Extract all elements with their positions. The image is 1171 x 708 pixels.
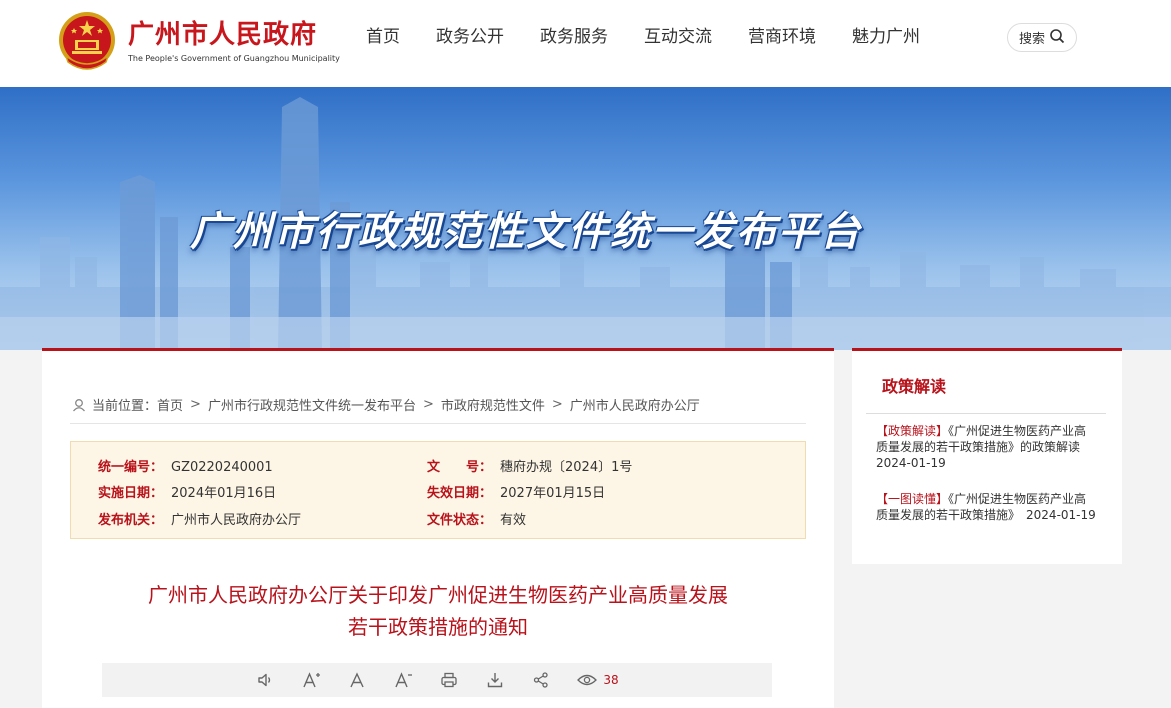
document-title-line1: 广州市人民政府办公厅关于印发广州促进生物医药产业高质量发展 — [148, 583, 728, 607]
site-name-en: The People's Government of Guangzhou Mun… — [128, 54, 340, 63]
breadcrumb-separator: > — [551, 397, 563, 412]
breadcrumb-separator: > — [422, 397, 434, 412]
meta-start-value: 2024年01月16日 — [171, 486, 277, 501]
meta-end-label: 失效日期： — [427, 486, 493, 501]
site-name-cn[interactable]: 广州市人民政府 — [128, 14, 317, 51]
location-pin-icon — [72, 398, 86, 412]
meta-docno: 文 号： 穗府办规〔2024〕1号 — [427, 456, 632, 475]
meta-start-label: 实施日期： — [98, 486, 164, 501]
breadcrumb-prefix: 当前位置： — [92, 399, 158, 414]
document-title: 广州市人民政府办公厅关于印发广州促进生物医药产业高质量发展 若干政策措施的通知 — [42, 579, 834, 643]
meta-docno-value: 穗府办规〔2024〕1号 — [500, 460, 633, 475]
policy-item-date: 2024-01-19 — [876, 456, 946, 470]
document-toolbar: 38 — [102, 663, 772, 697]
breadcrumb-divider — [70, 423, 806, 424]
breadcrumb-separator: > — [190, 397, 201, 412]
policy-item[interactable]: 【一图读懂】《广州促进生物医药产业高质量发展的若干政策措施》 2024-01-1… — [876, 491, 1098, 523]
font-default-icon[interactable] — [347, 670, 367, 690]
font-decrease-icon[interactable] — [393, 670, 413, 690]
meta-code: 统一编号： GZ0220240001 — [98, 456, 273, 475]
side-panel-divider — [866, 413, 1106, 414]
document-panel: 当前位置： 首页 > 广州市行政规范性文件统一发布平台 > 市政府规范性文件 >… — [42, 348, 834, 708]
meta-issuer: 发布机关： 广州市人民政府办公厅 — [98, 509, 301, 528]
nav-interaction[interactable]: 互动交流 — [644, 24, 712, 50]
meta-docno-label: 文 号： — [427, 460, 493, 475]
print-icon[interactable] — [439, 670, 459, 690]
breadcrumb-general-office[interactable]: 广州市人民政府办公厅 — [570, 395, 700, 414]
breadcrumb-municipal-docs[interactable]: 市政府规范性文件 — [441, 395, 545, 414]
banner: 广州市行政规范性文件统一发布平台 — [0, 87, 1171, 350]
font-increase-icon[interactable] — [301, 670, 321, 690]
policy-item-tag: 【政策解读】 — [876, 424, 949, 438]
side-panel-title: 政策解读 — [882, 377, 947, 396]
meta-issuer-value: 广州市人民政府办公厅 — [171, 513, 302, 528]
nav-business-environment[interactable]: 营商环境 — [748, 24, 816, 50]
nav-gov-services[interactable]: 政务服务 — [540, 24, 608, 50]
download-icon[interactable] — [485, 670, 505, 690]
document-title-line2: 若干政策措施的通知 — [348, 615, 528, 639]
speaker-icon[interactable] — [255, 670, 275, 690]
breadcrumb-platform[interactable]: 广州市行政规范性文件统一发布平台 — [208, 395, 416, 414]
national-emblem-icon[interactable] — [56, 10, 118, 74]
banner-title: 广州市行政规范性文件统一发布平台 — [190, 209, 862, 255]
nav-home[interactable]: 首页 — [366, 24, 400, 50]
meta-start: 实施日期： 2024年01月16日 — [98, 482, 276, 501]
policy-item-date: 2024-01-19 — [1026, 508, 1096, 522]
breadcrumb: 当前位置： 首页 > 广州市行政规范性文件统一发布平台 > 市政府规范性文件 >… — [72, 395, 700, 414]
policy-interpretation-panel: 政策解读 【政策解读】《广州促进生物医药产业高质量发展的若干政策措施》的政策解读… — [852, 348, 1122, 564]
meta-code-label: 统一编号： — [98, 460, 164, 475]
policy-item[interactable]: 【政策解读】《广州促进生物医药产业高质量发展的若干政策措施》的政策解读 2024… — [876, 423, 1098, 471]
share-icon[interactable] — [531, 670, 551, 690]
search-icon — [1049, 28, 1065, 48]
meta-code-value: GZ0220240001 — [171, 460, 273, 475]
search-label: 搜索 — [1018, 32, 1045, 47]
view-count: 38 — [577, 673, 619, 687]
meta-status: 文件状态： 有效 — [427, 509, 526, 528]
nav-charm-guangzhou[interactable]: 魅力广州 — [852, 24, 920, 50]
meta-end: 失效日期： 2027年01月15日 — [427, 482, 605, 501]
meta-status-label: 文件状态： — [427, 513, 493, 528]
main-nav: 首页 政务公开 政务服务 互动交流 营商环境 魅力广州 — [366, 24, 956, 50]
site-header: 广州市人民政府 The People's Government of Guang… — [0, 0, 1171, 87]
policy-item-tag: 【一图读懂】 — [876, 492, 949, 506]
view-count-value: 38 — [603, 673, 619, 687]
nav-gov-affairs-public[interactable]: 政务公开 — [436, 24, 504, 50]
meta-status-value: 有效 — [500, 513, 527, 528]
document-meta-box: 统一编号： GZ0220240001 文 号： 穗府办规〔2024〕1号 实施日期：… — [70, 441, 806, 539]
eye-icon — [577, 673, 598, 687]
meta-issuer-label: 发布机关： — [98, 513, 164, 528]
search-button[interactable]: 搜索 — [1007, 23, 1077, 52]
meta-end-value: 2027年01月15日 — [500, 486, 606, 501]
breadcrumb-home[interactable]: 首页 — [157, 395, 183, 414]
